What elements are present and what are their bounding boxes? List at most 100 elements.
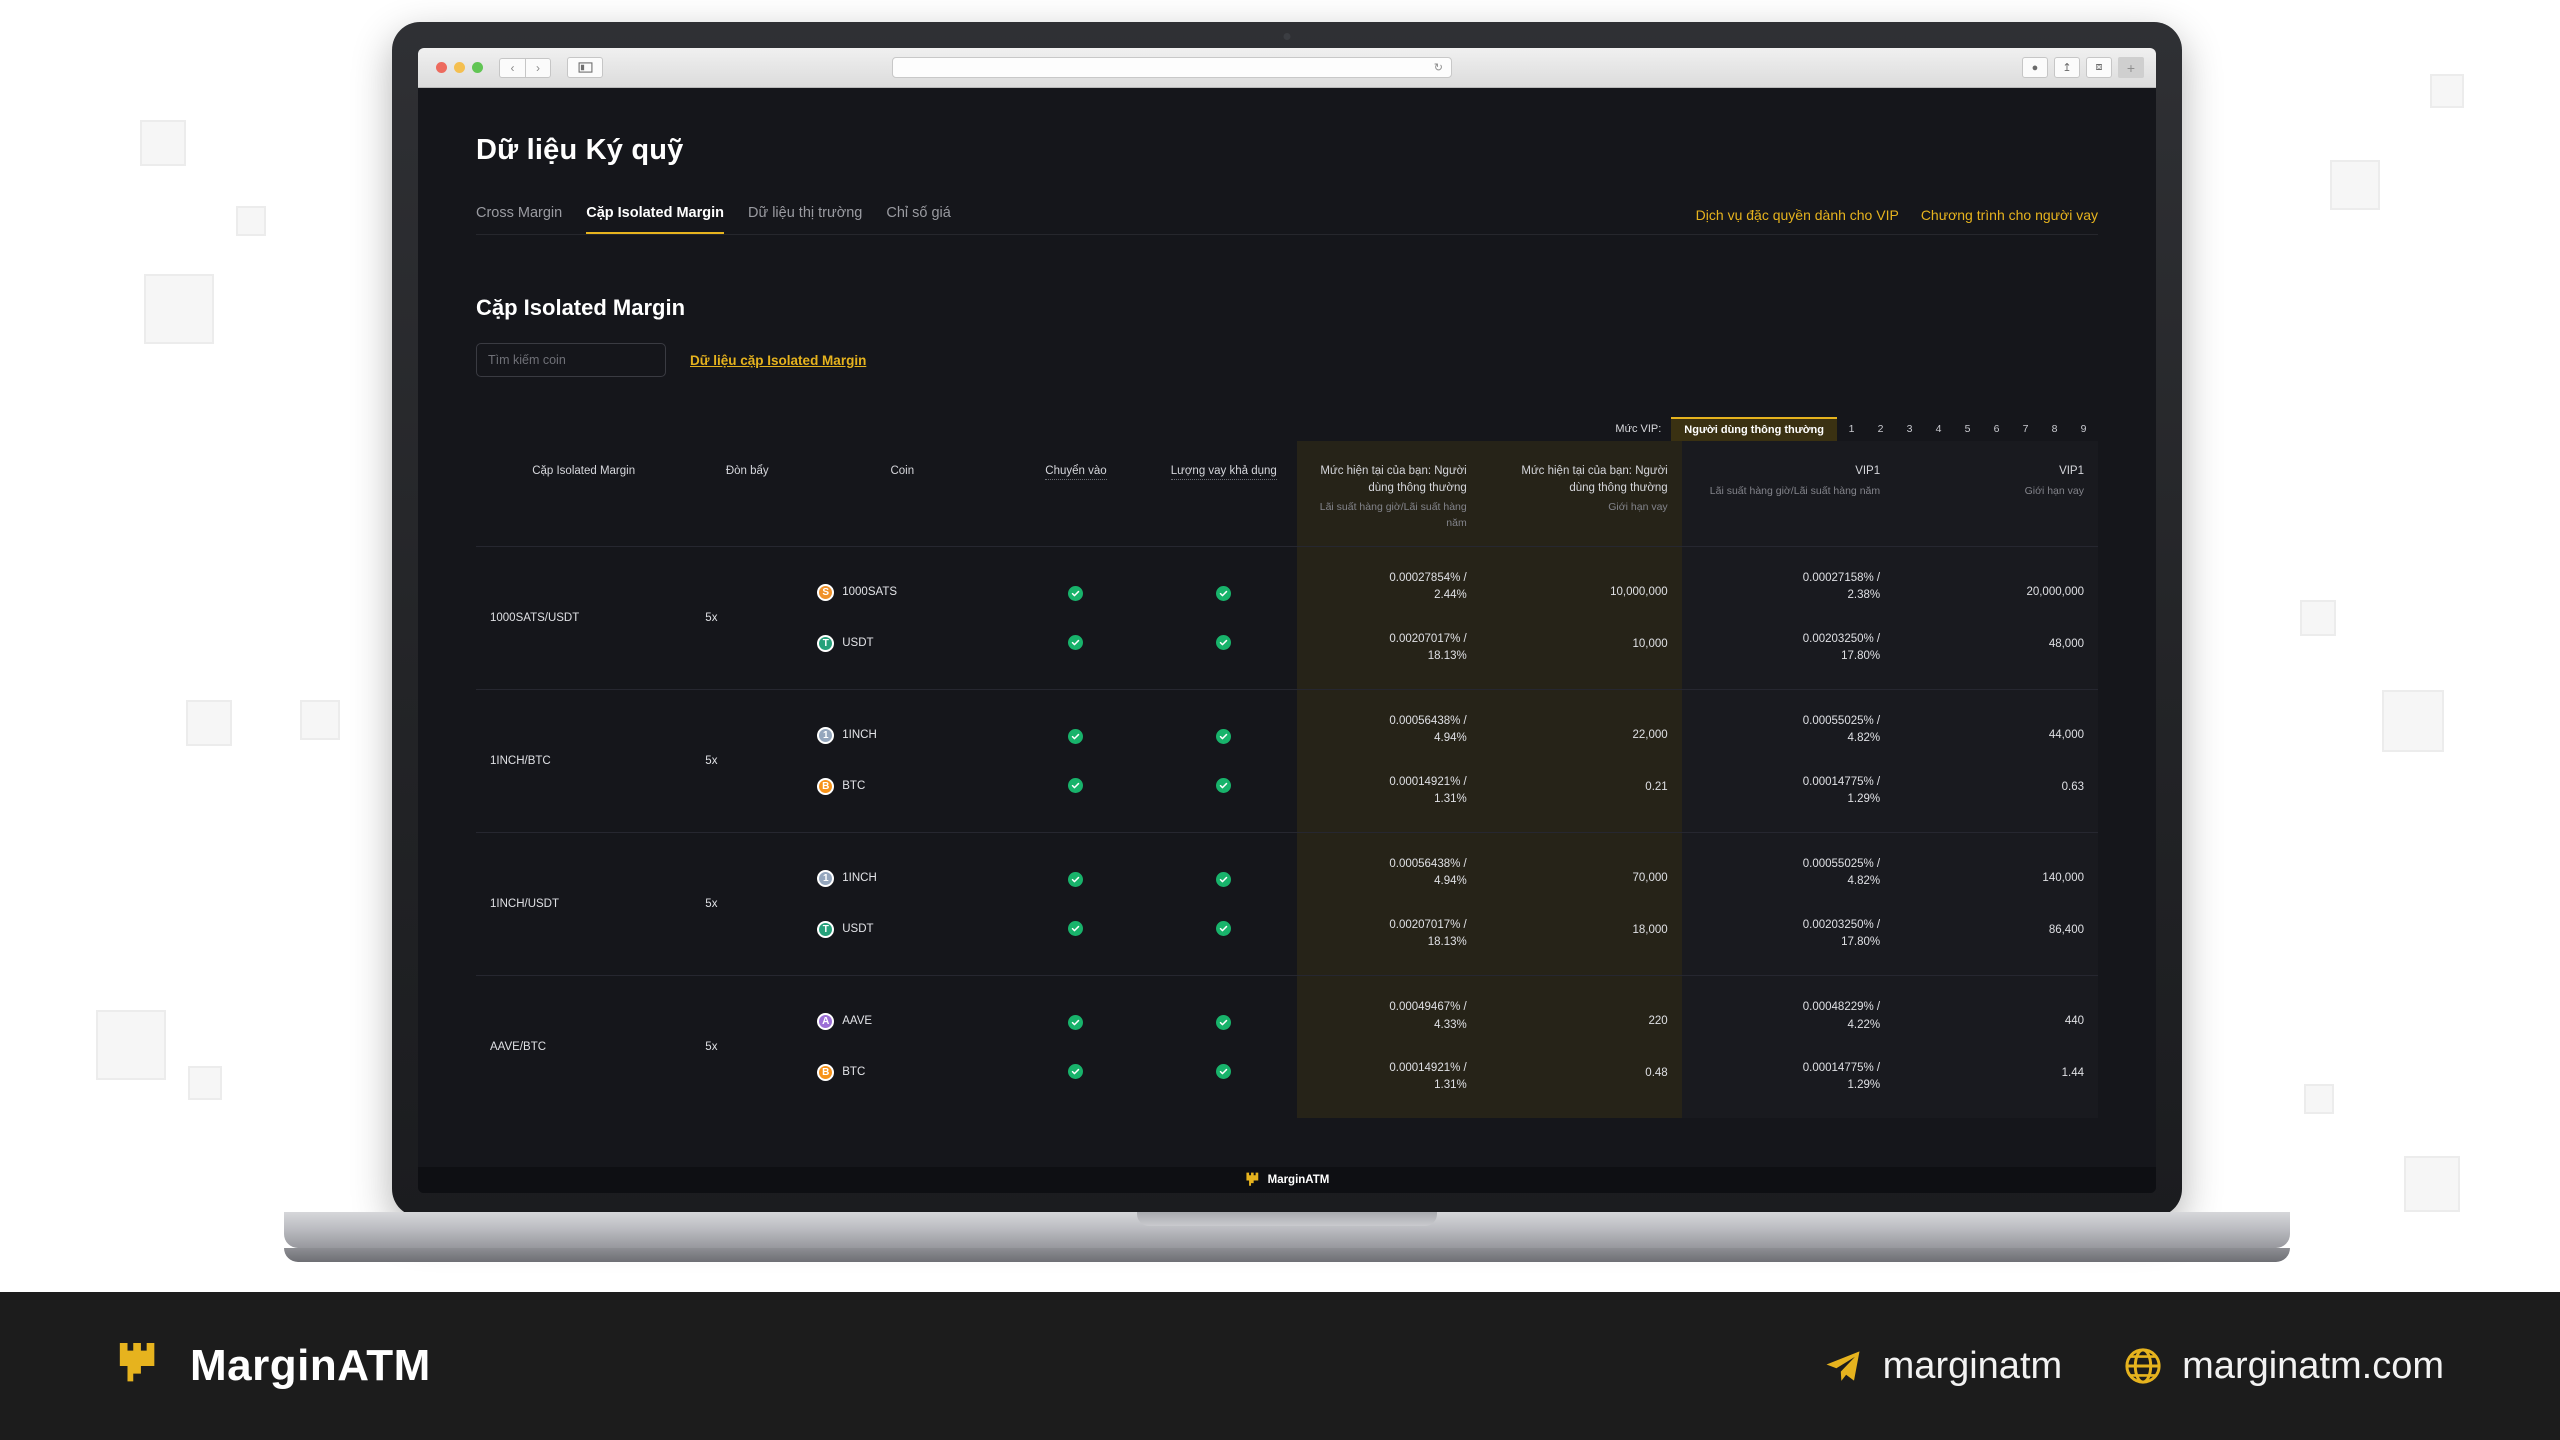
table-row: AAVE/BTC 5x A AAVE B BTC 0.00049467% /4.33% 0.0… bbox=[476, 975, 2098, 1118]
top-links: Dịch vụ đặc quyền dành cho VIP Chương tr… bbox=[1696, 207, 2098, 234]
isolated-margin-data-link[interactable]: Dữ liệu cặp Isolated Margin bbox=[690, 353, 866, 368]
status-check-icon bbox=[1216, 1014, 1232, 1030]
link-vip-privileges[interactable]: Dịch vụ đặc quyền dành cho VIP bbox=[1696, 207, 1899, 223]
status-check-icon bbox=[1216, 777, 1232, 793]
cell-leverage: 5x bbox=[705, 897, 718, 910]
cell-available-borrow bbox=[1151, 689, 1297, 832]
close-window-button[interactable] bbox=[436, 62, 447, 73]
telegram-icon bbox=[1826, 1351, 1860, 1381]
tab-price-index[interactable]: Chỉ số giá bbox=[886, 205, 950, 234]
navigation-buttons[interactable]: ‹ › bbox=[499, 57, 551, 78]
rate-cell: 0.00056438% /4.94% 0.00014921% /1.31% bbox=[1311, 713, 1467, 808]
status-check-icon bbox=[1068, 585, 1084, 601]
status-check-icon bbox=[1068, 634, 1084, 650]
vip-tab-2[interactable]: 2 bbox=[1866, 417, 1895, 441]
coin-symbol: BTC bbox=[842, 1066, 866, 1079]
status-check-icon bbox=[1068, 777, 1084, 793]
limit-cell: 70,000 18,000 bbox=[1495, 872, 1668, 936]
vip-tab-1[interactable]: 1 bbox=[1837, 417, 1866, 441]
cell-current-rate: 0.00049467% /4.33% 0.00014921% /1.31% bbox=[1297, 975, 1481, 1118]
laptop-lid: ‹ › ↻ ● ↥ ⧈ + Dữ liệu Ký quỹ Cross Margi… bbox=[392, 22, 2182, 1217]
th-transfer-in-label: Chuyển vào bbox=[1045, 465, 1107, 480]
new-tab-icon[interactable]: + bbox=[2118, 57, 2144, 78]
forward-icon[interactable]: › bbox=[525, 57, 551, 78]
vip-tab-8[interactable]: 8 bbox=[2040, 417, 2069, 441]
vip-level-label: Mức VIP: bbox=[1615, 423, 1662, 435]
cell-vip1-rate: 0.00048229% /4.22% 0.00014775% /1.29% bbox=[1681, 975, 1895, 1118]
vip-tab-regular-user[interactable]: Người dùng thông thường bbox=[1671, 417, 1837, 441]
rate-cell: 0.00048229% /4.22% 0.00014775% /1.29% bbox=[1696, 999, 1880, 1094]
vip-tab-3[interactable]: 3 bbox=[1895, 417, 1924, 441]
coin-entry: T USDT bbox=[817, 920, 987, 938]
footer-contacts: marginatm marginatm.com bbox=[1821, 1344, 2444, 1388]
rate-value: 0.00027854% /2.44% bbox=[1389, 572, 1467, 602]
screen-brand-name: MarginATM bbox=[1267, 1174, 1330, 1186]
cell-pair: 1INCH/USDT bbox=[490, 897, 560, 910]
status-check-icon bbox=[1216, 920, 1232, 936]
vip-tab-5[interactable]: 5 bbox=[1953, 417, 1982, 441]
link-borrower-program[interactable]: Chương trình cho người vay bbox=[1921, 207, 2098, 223]
vip-tab-7[interactable]: 7 bbox=[2011, 417, 2040, 441]
search-row: Dữ liệu cặp Isolated Margin bbox=[476, 343, 2098, 377]
cell-vip1-rate: 0.00055025% /4.82% 0.00014775% /1.29% bbox=[1681, 689, 1895, 832]
vip-tab-6[interactable]: 6 bbox=[1982, 417, 2011, 441]
cell-coin: A AAVE B BTC bbox=[803, 975, 1001, 1118]
footer-website[interactable]: marginatm.com bbox=[2122, 1345, 2444, 1388]
coin-entry: 1 1INCH bbox=[817, 726, 987, 744]
vip-tab-4[interactable]: 4 bbox=[1924, 417, 1953, 441]
status-check-icon bbox=[1068, 920, 1084, 936]
tab-isolated-margin-pairs[interactable]: Cặp Isolated Margin bbox=[586, 205, 724, 234]
cell-leverage: 5x bbox=[705, 754, 718, 767]
table-row: 1INCH/BTC 5x 1 1INCH B BTC 0.00056438% /4.94% 0… bbox=[476, 689, 2098, 832]
th-current-limit-main: Mức hiện tại của bạn: Người dùng thông t… bbox=[1521, 465, 1668, 494]
rate-cell: 0.00055025% /4.82% 0.00203250% /17.80% bbox=[1696, 856, 1880, 951]
cell-vip1-rate: 0.00027158% /2.38% 0.00203250% /17.80% bbox=[1681, 546, 1895, 689]
th-current-limit-sub: Giới hạn vay bbox=[1608, 501, 1668, 514]
cell-pair: AAVE/BTC bbox=[490, 1040, 547, 1053]
status-check-icon bbox=[1216, 634, 1232, 650]
minimize-window-button[interactable] bbox=[454, 62, 465, 73]
limit-value: 1.44 bbox=[2061, 1066, 2084, 1079]
search-input[interactable] bbox=[476, 343, 666, 377]
th-coin: Coin bbox=[890, 465, 915, 477]
coin-aave-icon: A bbox=[817, 1012, 835, 1030]
limit-value: 48,000 bbox=[2048, 637, 2084, 650]
vip-tab-9[interactable]: 9 bbox=[2069, 417, 2098, 441]
coin-symbol: USDT bbox=[842, 923, 874, 935]
limit-value: 20,000,000 bbox=[2026, 585, 2084, 598]
th-current-rate: Mức hiện tại của bạn: Người dùng thông t… bbox=[1297, 441, 1481, 546]
window-controls[interactable] bbox=[436, 62, 483, 73]
limit-cell: 22,000 0.21 bbox=[1495, 729, 1668, 793]
status-check-icon bbox=[1068, 1063, 1084, 1079]
reload-icon[interactable]: ↻ bbox=[1434, 61, 1443, 74]
cell-vip1-limit: 20,000,000 48,000 bbox=[1894, 546, 2098, 689]
rate-cell: 0.00055025% /4.82% 0.00014775% /1.29% bbox=[1696, 713, 1880, 808]
cell-transfer-in bbox=[1001, 546, 1150, 689]
back-icon[interactable]: ‹ bbox=[499, 57, 525, 78]
cell-available-borrow bbox=[1151, 832, 1297, 975]
page-title: Dữ liệu Ký quỹ bbox=[476, 134, 684, 166]
maximize-window-button[interactable] bbox=[472, 62, 483, 73]
th-vip1-rate-sub: Lãi suất hàng giờ/Lãi suất hàng năm bbox=[1709, 484, 1881, 497]
status-check-icon bbox=[1068, 871, 1084, 887]
page-content: Dữ liệu Ký quỹ Cross Margin Cặp Isolated… bbox=[418, 88, 2156, 1118]
rate-value: 0.00056438% /4.94% bbox=[1389, 715, 1467, 745]
coin-usdt-icon: T bbox=[817, 634, 835, 652]
cell-vip1-limit: 44,000 0.63 bbox=[1894, 689, 2098, 832]
download-icon[interactable]: ● bbox=[2022, 57, 2048, 78]
rate-cell: 0.00027158% /2.38% 0.00203250% /17.80% bbox=[1696, 570, 1880, 665]
cell-current-rate: 0.00056438% /4.94% 0.00014921% /1.31% bbox=[1297, 689, 1481, 832]
coin-entry: A AAVE bbox=[817, 1012, 987, 1030]
share-icon[interactable]: ↥ bbox=[2054, 57, 2080, 78]
rate-value: 0.00014775% /1.29% bbox=[1802, 1061, 1881, 1091]
tab-market-data[interactable]: Dữ liệu thị trường bbox=[748, 205, 862, 234]
cell-transfer-in bbox=[1001, 975, 1150, 1118]
sidebar-icon[interactable] bbox=[567, 57, 603, 78]
th-leverage: Đòn bẩy bbox=[725, 465, 769, 477]
duplicate-icon[interactable]: ⧈ bbox=[2086, 57, 2112, 78]
cell-available-borrow bbox=[1151, 975, 1297, 1118]
tab-cross-margin[interactable]: Cross Margin bbox=[476, 205, 562, 234]
footer-telegram[interactable]: marginatm bbox=[1821, 1344, 2062, 1388]
th-vip1-rate-main: VIP1 bbox=[1855, 465, 1881, 477]
address-bar[interactable]: ↻ bbox=[892, 57, 1452, 78]
